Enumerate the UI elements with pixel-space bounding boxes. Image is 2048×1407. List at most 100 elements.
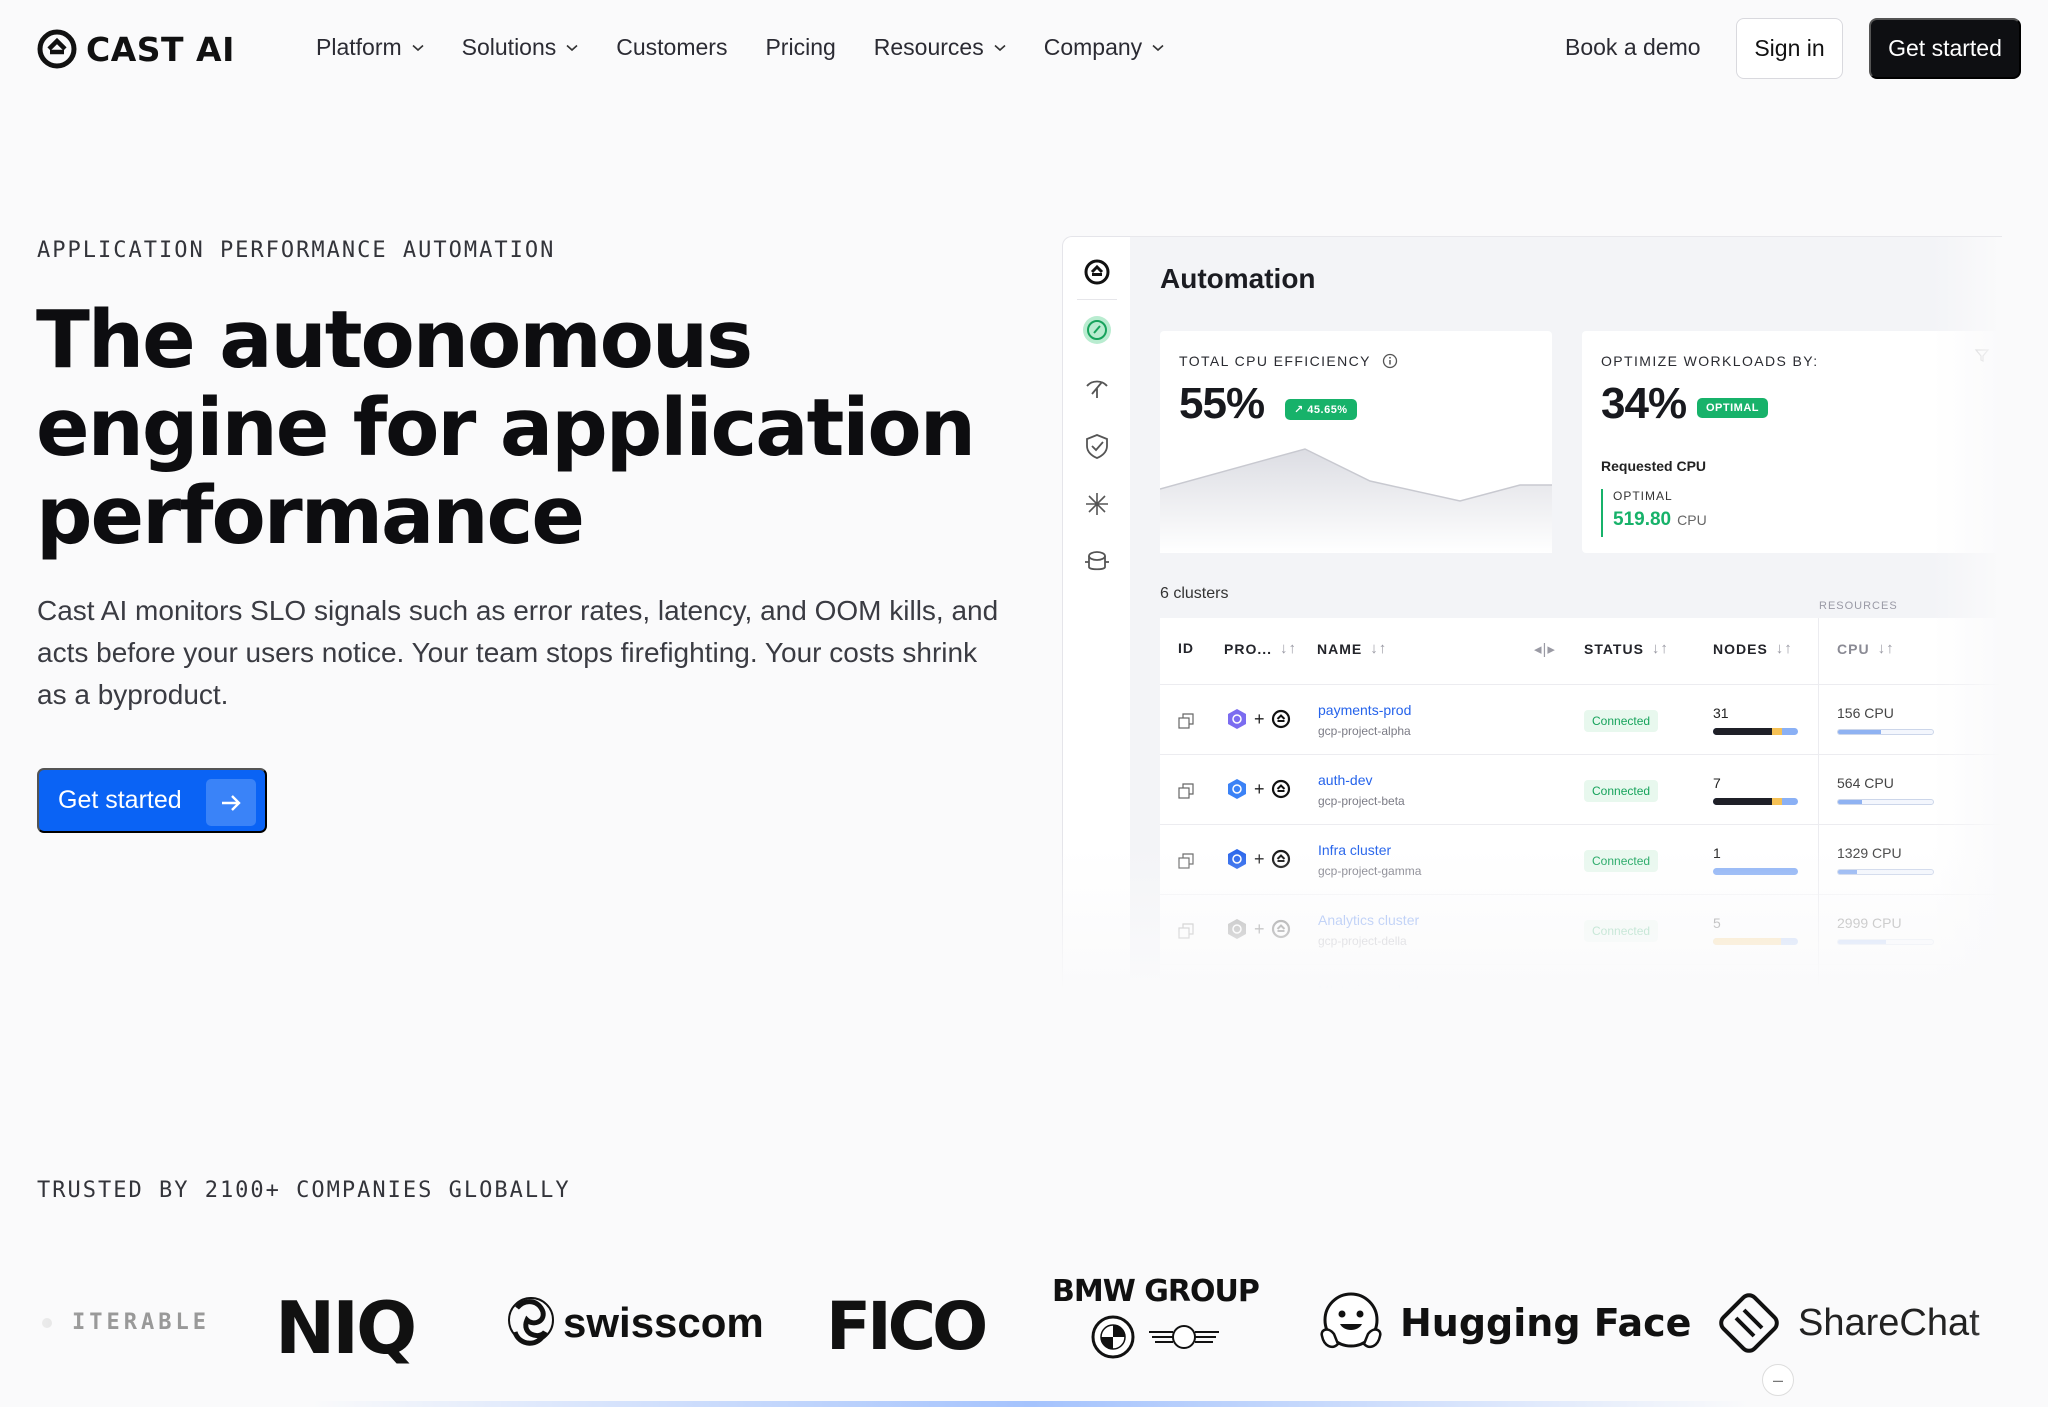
chevron-down-icon: [994, 44, 1006, 51]
cast-ai-logo-icon: [1271, 709, 1290, 729]
shield-icon[interactable]: [1080, 429, 1114, 463]
chevron-down-icon: [566, 44, 578, 51]
kubernetes-icon: [1228, 709, 1246, 729]
optimize-value: 34%: [1601, 379, 1687, 428]
nav-pricing-label: Pricing: [765, 34, 836, 60]
column-provider-label: PRO...: [1224, 640, 1273, 657]
column-status-label: STATUS: [1584, 640, 1644, 657]
sign-in-button[interactable]: Sign in: [1736, 18, 1843, 79]
brand-name: CAST AI: [86, 29, 235, 69]
rail-divider: [1077, 299, 1117, 300]
hero-subtitle: Cast AI monitors SLO signals such as err…: [37, 595, 999, 710]
clusters-count: 6 clusters: [1160, 585, 1229, 602]
cluster-name-link[interactable]: auth-dev: [1318, 772, 1372, 788]
nav-platform[interactable]: Platform: [316, 34, 424, 61]
swisscom-logo: swisscom: [505, 1290, 764, 1356]
top-navigation: CAST AI Platform Solutions Customers Pri…: [0, 0, 2048, 98]
nav-customers[interactable]: Customers: [616, 34, 727, 61]
hero-eyebrow: APPLICATION PERFORMANCE AUTOMATION: [37, 238, 556, 263]
column-id-label: ID: [1178, 640, 1194, 656]
cpu-value: 564 CPU: [1837, 775, 1894, 791]
cpu-efficiency-card: TOTAL CPU EFFICIENCY 55% ↗ 45.65%: [1160, 331, 1552, 553]
get-started-nav-button[interactable]: Get started: [1869, 18, 2021, 79]
bmw-roundel-icon: [1091, 1315, 1135, 1359]
satellite-icon[interactable]: [1080, 371, 1114, 405]
cast-ai-logo-icon: [1080, 255, 1114, 289]
nav-pricing[interactable]: Pricing: [765, 34, 835, 61]
cluster-project: gcp-project-alpha: [1318, 724, 1411, 738]
database-icon[interactable]: [1080, 545, 1114, 579]
table-row[interactable]: + auth-dev gcp-project-beta Connected 7 564 C…: [1160, 754, 2002, 824]
sort-icon: ↓↑: [1280, 640, 1298, 657]
chevron-down-icon: [412, 44, 424, 51]
node-usage-bar: [1713, 798, 1798, 805]
optimal-cpu-label: OPTIMAL: [1613, 489, 1673, 503]
status-badge: Connected: [1584, 710, 1659, 732]
sort-icon: ↓↑: [1651, 640, 1669, 657]
copy-icon[interactable]: [1178, 713, 1194, 729]
column-id[interactable]: ID: [1178, 640, 1194, 656]
bmw-group-logo: BMW GROUP: [1052, 1274, 1260, 1359]
cast-ai-logo-icon: [37, 29, 77, 69]
book-demo-link[interactable]: Book a demo: [1565, 34, 1701, 61]
cast-ai-logo[interactable]: CAST AI: [36, 28, 235, 70]
provider-cell: +: [1226, 708, 1291, 730]
gauge-icon[interactable]: [1080, 313, 1114, 347]
column-nodes-label: NODES: [1713, 640, 1768, 657]
main-menu: Platform Solutions Customers Pricing Res…: [316, 34, 1202, 61]
hero-get-started-button[interactable]: Get started: [37, 768, 267, 833]
iterable-logo-text: ITERABLE: [72, 1310, 210, 1335]
fade-overlay: [1968, 1250, 2048, 1390]
cluster-name-link[interactable]: payments-prod: [1318, 702, 1411, 718]
hugging-face-emoji-icon: [1320, 1292, 1382, 1348]
sort-icon: ↓↑: [1877, 640, 1895, 657]
optimal-cpu-unit: CPU: [1677, 512, 1707, 528]
nav-customers-label: Customers: [616, 34, 728, 60]
nav-platform-label: Platform: [316, 34, 402, 60]
plus-icon: +: [1254, 778, 1265, 799]
column-name-label: NAME: [1317, 640, 1363, 657]
kubernetes-icon: [1228, 779, 1246, 799]
cast-ai-logo-icon: [1271, 779, 1290, 799]
column-resize-handle[interactable]: ◂|▸: [1534, 640, 1556, 658]
cpu-value: 156 CPU: [1837, 705, 1894, 721]
column-cpu[interactable]: CPU ↓↑: [1837, 640, 1895, 657]
column-status[interactable]: STATUS ↓↑: [1584, 640, 1669, 657]
nav-resources[interactable]: Resources: [874, 34, 1006, 61]
bottom-glow-bar: [310, 1401, 1750, 1407]
swisscom-mark-icon: [508, 1297, 554, 1346]
swisscom-logo-text: swisscom: [563, 1299, 764, 1346]
optimal-cpu-value: 519.80 CPU: [1613, 509, 1707, 531]
sparkle-icon[interactable]: [1080, 487, 1114, 521]
copy-icon[interactable]: [1178, 783, 1194, 799]
resize-icon: ◂|▸: [1534, 641, 1556, 658]
column-nodes[interactable]: NODES ↓↑: [1713, 640, 1793, 657]
cpu-usage-bar: [1837, 729, 1934, 735]
fade-overlay: [0, 1250, 80, 1390]
cluster-project: gcp-project-beta: [1318, 794, 1405, 808]
chevron-down-icon: [1152, 44, 1164, 51]
cpu-efficiency-sparkline: [1160, 448, 1552, 553]
fade-overlay: [1062, 846, 2002, 1016]
nav-company[interactable]: Company: [1044, 34, 1164, 61]
plus-icon: +: [1254, 708, 1265, 729]
trusted-by-label: TRUSTED BY 2100+ COMPANIES GLOBALLY: [37, 1178, 571, 1203]
mini-logo-icon: [1149, 1325, 1220, 1349]
column-name[interactable]: NAME ↓↑: [1317, 640, 1387, 657]
resources-header: RESOURCES: [1819, 600, 1898, 612]
niq-logo: NIQ: [275, 1286, 417, 1370]
bmw-badges: [1091, 1315, 1220, 1359]
optimal-cpu-number: 519.80: [1613, 509, 1672, 530]
nav-solutions[interactable]: Solutions: [462, 34, 579, 61]
column-provider[interactable]: PRO... ↓↑: [1224, 640, 1297, 657]
hero-title: The autonomous engine for application pe…: [36, 294, 976, 562]
customer-logos: ITERABLE NIQ swisscom FICO BMW GROUP Hug…: [0, 1250, 2048, 1407]
bmw-group-logo-text: BMW GROUP: [1052, 1274, 1260, 1309]
sort-icon: ↓↑: [1370, 640, 1388, 657]
nav-company-label: Company: [1043, 34, 1143, 60]
provider-cell: +: [1226, 778, 1291, 800]
minus-icon[interactable]: –: [1762, 1364, 1794, 1396]
table-row[interactable]: + payments-prod gcp-project-alpha Connected…: [1160, 684, 2002, 754]
dashboard-title: Automation: [1160, 263, 1316, 294]
hugging-face-logo-text: Hugging Face: [1400, 1301, 1692, 1345]
